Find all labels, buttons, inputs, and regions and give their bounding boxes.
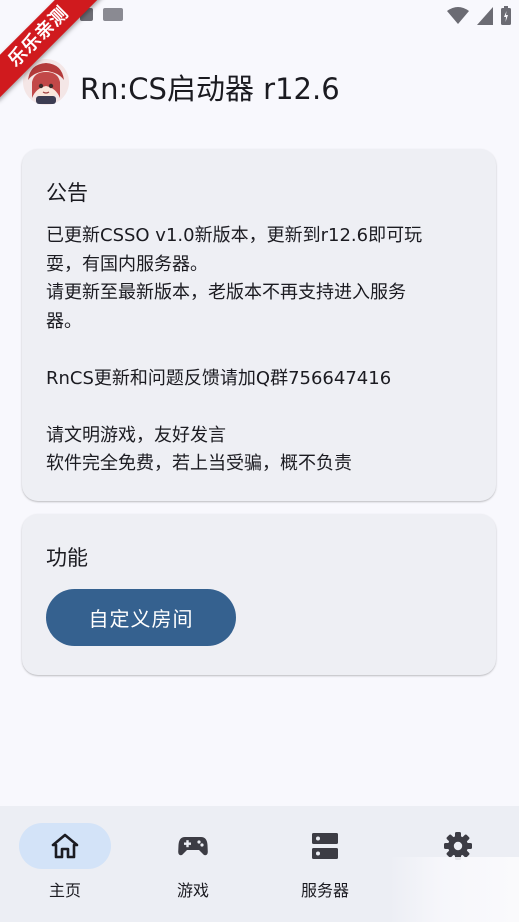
app-header: Rn:CS启动器 r12.6 [0,50,519,120]
nav-active-indicator [19,823,111,869]
nav-item-servers[interactable]: 服务器 [260,806,390,922]
notice-line-blank [46,336,478,365]
notice-line: 请更新至最新版本，老版本不再支持进入服务 [46,282,406,303]
battery-icon [501,6,511,25]
home-icon [51,833,79,859]
notice-title: 公告 [46,181,88,205]
status-system-icons [447,6,511,25]
notice-line: 耍，有国内服务器。 [46,253,208,275]
notice-line: 软件完全免费，若上当受骗，概不负责 [46,453,352,474]
nav-label-home: 主页 [48,881,81,900]
notice-line-blank [46,393,478,422]
nav-label-servers: 服务器 [300,881,349,900]
nav-label-games: 游戏 [176,881,209,900]
watermark-fade-overlay [389,857,519,922]
gamepad-icon [178,837,208,856]
notice-line: 已更新CSSO v1.0新版本，更新到r12.6即可玩 [46,225,423,246]
custom-room-button[interactable]: 自定义房间 [46,589,236,646]
features-title: 功能 [46,546,88,570]
notification-icon [103,8,123,21]
signal-icon [477,7,493,25]
notice-body: 已更新CSSO v1.0新版本，更新到r12.6即可玩 耍，有国内服务器。 请更… [46,222,478,479]
features-card: 功能 自定义房间 [22,514,496,675]
notice-card: 公告 已更新CSSO v1.0新版本，更新到r12.6即可玩 耍，有国内服务器。… [22,149,496,501]
wifi-icon [447,7,469,24]
notice-line: 请文明游戏，友好发言 [46,424,226,446]
app-title: Rn:CS启动器 r12.6 [80,72,340,106]
nav-item-home[interactable]: 主页 [0,806,130,922]
notice-line-qq-group: RnCS更新和问题反馈请加Q群756647416 [46,367,392,389]
notice-line: 器。 [46,310,82,332]
nav-item-games[interactable]: 游戏 [128,806,258,922]
server-icon [312,833,338,859]
